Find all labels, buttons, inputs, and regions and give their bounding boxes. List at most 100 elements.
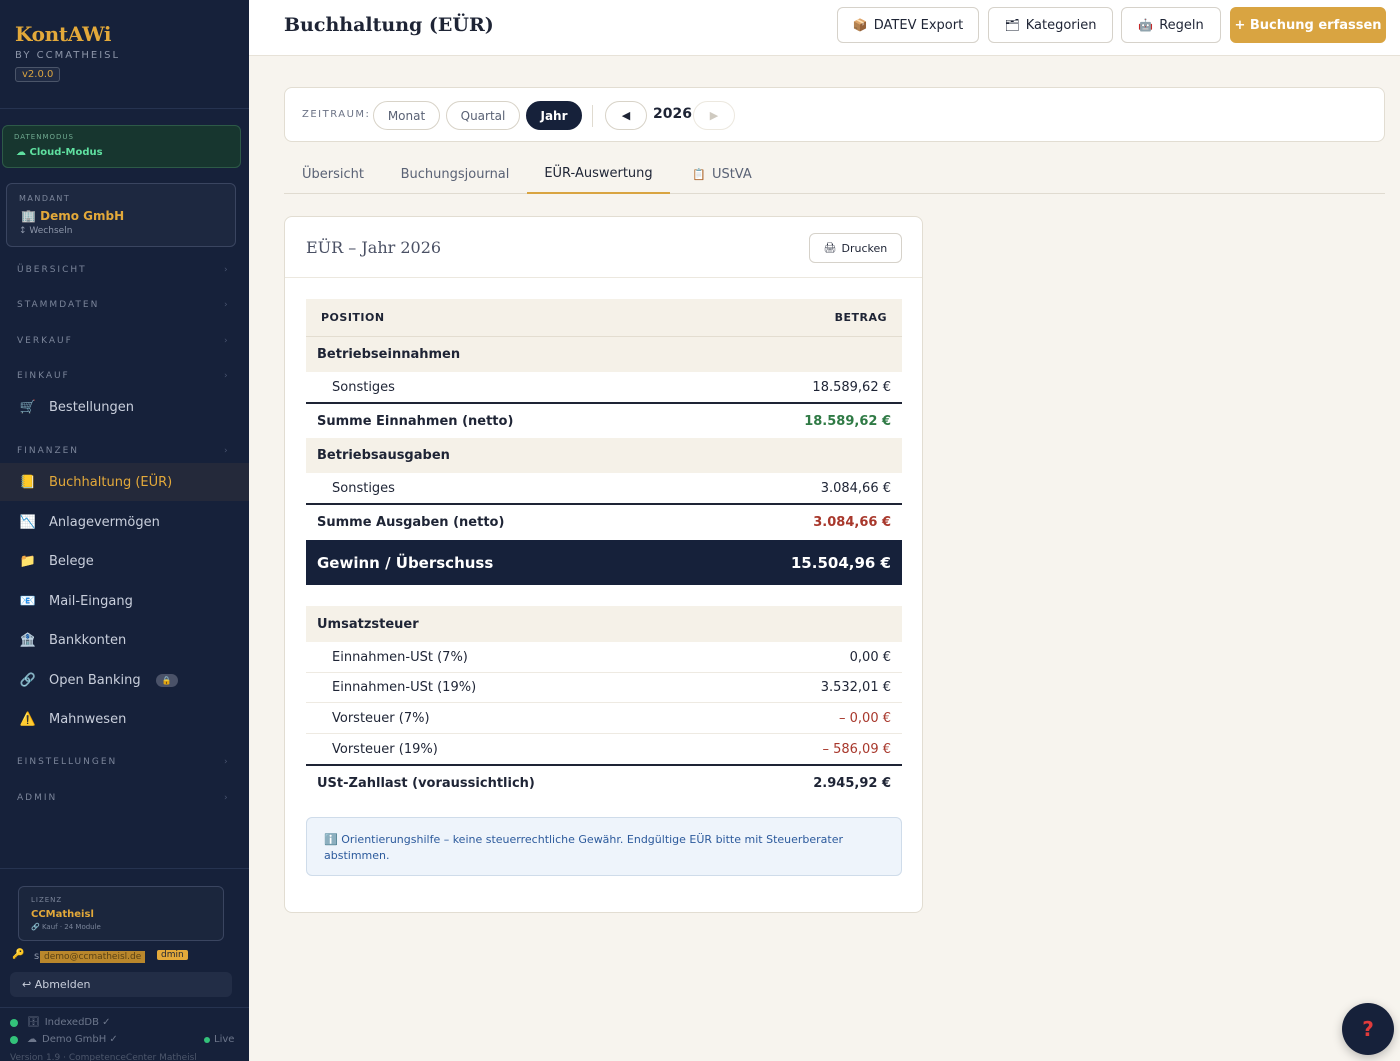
row-label: Vorsteuer (7%) — [332, 710, 430, 726]
arrow-left-icon: ◀ — [621, 109, 631, 122]
folder-icon: 📁 — [19, 553, 37, 569]
sidebar-item-buchhaltung[interactable]: 📒 Buchhaltung (EÜR) — [0, 463, 249, 501]
help-button[interactable]: ? — [1342, 1003, 1394, 1055]
tab-label: UStVA — [711, 166, 752, 182]
live-label: Live — [214, 1034, 235, 1045]
mandant-name: 🏢 Demo GmbH — [21, 209, 125, 223]
sum-row: Summe Einnahmen (netto) 18.589,62 € — [306, 402, 902, 438]
table-row: Vorsteuer (19%) – 586,09 € — [306, 734, 902, 764]
license-info: 🔗 Kauf · 24 Module — [31, 923, 101, 931]
data-mode-label: DATENMODUS — [14, 133, 74, 141]
nav-section-einstellungen[interactable]: EINSTELLUNGEN › — [17, 757, 228, 767]
table-row: Vorsteuer (7%) – 0,00 € — [306, 703, 902, 734]
nav-section-label: EINSTELLUNGEN — [17, 757, 118, 767]
row-label: Summe Ausgaben (netto) — [317, 515, 505, 530]
tab-ustva[interactable]: 📋 UStVA — [679, 154, 765, 194]
mandant-box[interactable]: MANDANT 🏢 Demo GmbH ↕ Wechseln — [6, 183, 236, 247]
kategorien-button[interactable]: 🗂 Kategorien — [988, 7, 1113, 43]
sidebar-item-bankkonten[interactable]: 🏦 Bankkonten — [0, 621, 249, 659]
group-row: Betriebseinnahmen — [306, 337, 902, 372]
period-filter: ZEITRAUM: Monat Quartal Jahr ◀ 2026 ▶ — [284, 87, 1385, 142]
page-title: Buchhaltung (EÜR) — [284, 14, 494, 36]
row-value: 3.084,66 € — [820, 480, 891, 496]
disclaimer-notice: ℹ️ Orientierungshilfe – keine steuerrech… — [306, 817, 902, 876]
robot-icon: 🤖 — [1138, 18, 1154, 32]
datev-export-button[interactable]: 📦 DATEV Export — [837, 7, 979, 43]
button-label: Regeln — [1159, 17, 1204, 33]
data-mode-value: ☁ Cloud-Modus — [16, 147, 103, 158]
prev-year-button[interactable]: ◀ — [605, 101, 647, 130]
nav-section-finanzen[interactable]: FINANZEN › — [17, 446, 228, 456]
sidebar-item-label: Bankkonten — [49, 632, 127, 648]
user-row: 🔑 s demo@ccmatheisl.de dmin — [12, 949, 242, 967]
report-title: EÜR – Jahr 2026 — [306, 238, 442, 257]
sidebar-item-openbanking[interactable]: 🔗 Open Banking 🔒 — [0, 661, 249, 699]
printer-icon: 🖨 — [823, 242, 837, 254]
license-box: LIZENZ CCMatheisl 🔗 Kauf · 24 Module — [18, 886, 224, 941]
sidebar-item-mahnwesen[interactable]: ⚠️ Mahnwesen — [0, 700, 249, 738]
sidebar-item-belege[interactable]: 📁 Belege — [0, 542, 249, 580]
chevron-icon: › — [224, 793, 230, 803]
group-label: Betriebsausgaben — [317, 448, 450, 463]
row-label: Vorsteuer (19%) — [332, 741, 438, 757]
sidebar-item-anlagevermoegen[interactable]: 📉 Anlagevermögen — [0, 503, 249, 541]
table-row: Einnahmen-USt (19%) 3.532,01 € — [306, 673, 902, 703]
nav-section-label: EINKAUF — [17, 371, 70, 381]
license-label: LIZENZ — [31, 896, 63, 904]
next-year-button[interactable]: ▶ — [693, 101, 735, 130]
sidebar-item-label: Open Banking — [49, 672, 141, 688]
license-name: CCMatheisl — [31, 909, 94, 920]
nav-section-verkauf[interactable]: VERKAUF › — [17, 336, 228, 346]
print-button[interactable]: 🖨 Drucken — [809, 233, 902, 263]
tab-buchungsjournal[interactable]: Buchungsjournal — [390, 154, 520, 194]
eur-report-card: EÜR – Jahr 2026 🖨 Drucken POSITION BETRA… — [284, 216, 923, 913]
nav-section-uebersicht[interactable]: ÜBERSICHT › — [17, 265, 228, 275]
row-label: USt-Zahllast (voraussichtlich) — [317, 775, 535, 791]
group-label: Betriebseinnahmen — [317, 347, 461, 362]
table-row: Sonstiges 18.589,62 € — [306, 372, 902, 403]
chevron-icon: › — [224, 371, 230, 381]
status-indexeddb: 🗄 IndexedDB ✓ — [10, 1017, 111, 1028]
status-demo: ☁ Demo GmbH ✓ — [10, 1034, 118, 1045]
bank-icon: 🏦 — [19, 632, 37, 648]
chevron-icon: › — [224, 446, 230, 456]
nav-section-label: FINANZEN — [17, 446, 80, 456]
mandant-label: MANDANT — [19, 194, 71, 203]
period-year-button[interactable]: Jahr — [526, 101, 582, 130]
row-label: Sonstiges — [332, 379, 395, 395]
mandant-switch-link[interactable]: ↕ Wechseln — [19, 226, 72, 236]
regeln-button[interactable]: 🤖 Regeln — [1121, 7, 1221, 43]
lock-icon: 🔒 — [155, 673, 178, 687]
period-month-button[interactable]: Monat — [373, 101, 440, 130]
tab-uebersicht[interactable]: Übersicht — [284, 154, 382, 194]
row-value: 3.532,01 € — [820, 680, 891, 695]
data-mode-box[interactable]: DATENMODUS ☁ Cloud-Modus — [2, 125, 241, 168]
nav-section-stammdaten[interactable]: STAMMDATEN › — [17, 300, 228, 310]
row-value: 2.945,92 € — [813, 775, 891, 791]
period-quarter-button[interactable]: Quartal — [446, 101, 520, 130]
sidebar-item-label: Anlagevermögen — [49, 514, 160, 530]
row-label: Sonstiges — [332, 480, 395, 496]
row-value: 15.504,96 € — [790, 553, 891, 572]
divider — [0, 868, 249, 869]
nav-section-einkauf[interactable]: EINKAUF › — [17, 371, 228, 381]
mail-icon: 📧 — [19, 593, 37, 609]
nav-section-admin[interactable]: ADMIN › — [17, 793, 228, 803]
row-label: Einnahmen-USt (7%) — [332, 649, 468, 665]
row-value: 18.589,62 € — [812, 379, 891, 395]
tab-eur-auswertung[interactable]: EÜR-Auswertung — [527, 154, 670, 194]
sidebar-item-bestellungen[interactable]: 🛒 Bestellungen — [0, 388, 249, 426]
add-booking-button[interactable]: + Buchung erfassen — [1230, 7, 1386, 43]
profit-row: Gewinn / Überschuss 15.504,96 € — [306, 540, 902, 585]
logout-button[interactable]: ↩ Abmelden — [10, 972, 232, 997]
key-icon: 🔑 — [12, 949, 25, 960]
brand: KontAWi BY CCMATHEISL v2.0.0 — [15, 22, 120, 82]
chart-icon: 📉 — [19, 514, 37, 530]
ledger-icon: 📒 — [19, 474, 37, 490]
year-value: 2026 — [653, 106, 692, 122]
status-dot — [10, 1018, 18, 1027]
sidebar-item-label: Mahnwesen — [49, 711, 127, 727]
sidebar-item-mail[interactable]: 📧 Mail-Eingang — [0, 582, 249, 620]
chevron-icon: › — [224, 336, 230, 346]
table-row: Sonstiges 3.084,66 € — [306, 473, 902, 504]
